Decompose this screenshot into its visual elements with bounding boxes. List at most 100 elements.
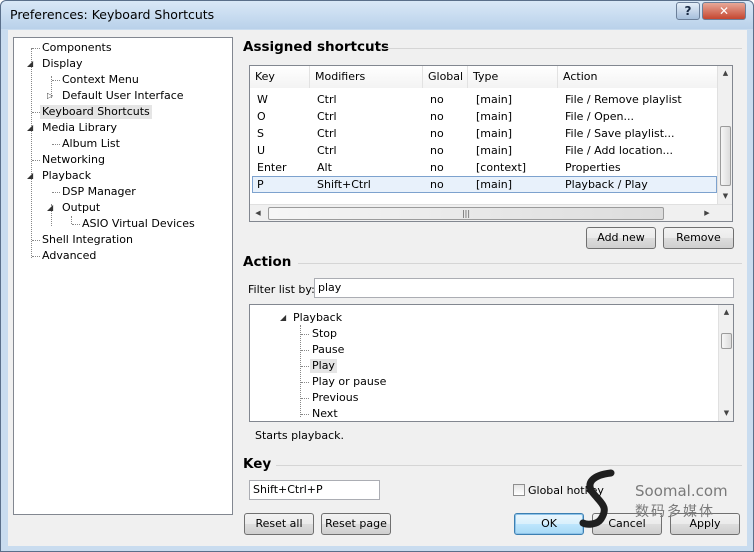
- action-item-next[interactable]: Next: [310, 407, 340, 421]
- reset-all-button[interactable]: Reset all: [244, 513, 314, 535]
- scroll-right-icon[interactable]: ▶: [702, 209, 712, 217]
- tree-branch: [301, 398, 309, 399]
- table-row-cell-modifiers[interactable]: Alt: [317, 159, 332, 176]
- table-row-cell-key[interactable]: W: [257, 91, 268, 108]
- action-item-previous[interactable]: Previous: [310, 391, 361, 405]
- action-description: Starts playback.: [255, 429, 345, 442]
- table-row-cell-type[interactable]: [main]: [476, 125, 512, 142]
- table-row-cell-global[interactable]: no: [430, 159, 444, 176]
- action-heading: Action: [243, 254, 292, 270]
- table-row-cell-modifiers[interactable]: Ctrl: [317, 108, 337, 125]
- table-row-cell-modifiers[interactable]: Ctrl: [317, 125, 337, 142]
- help-button[interactable]: ?: [676, 2, 700, 20]
- tree-guide-line: [71, 216, 72, 224]
- table-row-cell-global[interactable]: no: [430, 108, 444, 125]
- key-input[interactable]: Shift+Ctrl+P: [249, 480, 380, 500]
- action-item-play-or-pause[interactable]: Play or pause: [310, 375, 388, 389]
- scroll-left-icon[interactable]: ◀: [253, 209, 263, 217]
- table-row-cell-action[interactable]: File / Remove playlist: [565, 91, 682, 108]
- tree-item-asio-virtual-devices[interactable]: ASIO Virtual Devices: [80, 217, 197, 231]
- column-header-action[interactable]: Action: [558, 66, 718, 88]
- table-row-cell-type[interactable]: [context]: [476, 159, 526, 176]
- table-row-cell-global[interactable]: no: [430, 91, 444, 108]
- tree-branch: [301, 382, 309, 383]
- column-header-modifiers[interactable]: Modifiers: [310, 66, 423, 88]
- scroll-down-icon[interactable]: ▼: [719, 409, 733, 417]
- table-row-cell-key[interactable]: S: [257, 125, 264, 142]
- action-tree-list: ◢ Playback Stop Pause Play Play or pause…: [249, 304, 734, 422]
- tree-branch: [52, 192, 60, 193]
- tree-branch: [52, 144, 60, 145]
- table-row-cell-key[interactable]: Enter: [257, 159, 287, 176]
- tree-item-album-list[interactable]: Album List: [60, 137, 122, 151]
- table-row-cell-action[interactable]: File / Add location...: [565, 142, 673, 159]
- tree-item-playback[interactable]: Playback: [40, 169, 93, 183]
- table-row-cell-modifiers[interactable]: Shift+Ctrl: [317, 176, 371, 193]
- shortcuts-vertical-scrollbar[interactable]: ▲ ▼: [717, 66, 732, 204]
- tree-item-shell-integration[interactable]: Shell Integration: [40, 233, 135, 247]
- tree-item-advanced[interactable]: Advanced: [40, 249, 98, 263]
- tree-branch: [52, 80, 60, 81]
- table-row-cell-key[interactable]: O: [257, 108, 266, 125]
- tree-item-output[interactable]: Output: [60, 201, 102, 215]
- section-divider: [298, 263, 742, 264]
- scroll-thumb[interactable]: |||: [268, 207, 664, 220]
- tree-item-keyboard-shortcuts[interactable]: Keyboard Shortcuts: [40, 105, 152, 119]
- table-row-cell-modifiers[interactable]: Ctrl: [317, 142, 337, 159]
- table-row-cell-action[interactable]: File / Open...: [565, 108, 634, 125]
- tree-item-display[interactable]: Display: [40, 57, 85, 71]
- scroll-thumb[interactable]: [721, 333, 732, 349]
- table-row-cell-action[interactable]: Playback / Play: [565, 176, 648, 193]
- table-row-cell-action[interactable]: Properties: [565, 159, 621, 176]
- tree-branch: [72, 224, 80, 225]
- tree-item-media-library[interactable]: Media Library: [40, 121, 119, 135]
- collapsed-arrow-icon[interactable]: ▷: [47, 89, 53, 103]
- global-hotkey-checkbox[interactable]: [513, 484, 525, 496]
- scroll-up-icon[interactable]: ▲: [718, 69, 732, 77]
- table-row-cell-type[interactable]: [main]: [476, 91, 512, 108]
- table-row-cell-action[interactable]: File / Save playlist...: [565, 125, 675, 142]
- shortcuts-horizontal-scrollbar[interactable]: ◀ ||| ▶: [250, 204, 732, 221]
- expanded-arrow-icon[interactable]: ◢: [27, 57, 33, 71]
- filter-input[interactable]: play: [314, 278, 734, 298]
- action-item-stop[interactable]: Stop: [310, 327, 339, 341]
- action-item-pause[interactable]: Pause: [310, 343, 346, 357]
- tree-branch: [32, 112, 40, 113]
- reset-page-button[interactable]: Reset page: [321, 513, 391, 535]
- remove-button[interactable]: Remove: [663, 227, 734, 249]
- tree-item-networking[interactable]: Networking: [40, 153, 107, 167]
- tree-item-dsp-manager[interactable]: DSP Manager: [60, 185, 138, 199]
- close-button[interactable]: ✕: [702, 2, 746, 20]
- ok-button[interactable]: OK: [514, 513, 584, 535]
- tree-item-components[interactable]: Components: [40, 41, 114, 55]
- column-header-type[interactable]: Type: [468, 66, 558, 88]
- tree-item-default-user-interface[interactable]: Default User Interface: [60, 89, 186, 103]
- add-new-button[interactable]: Add new: [586, 227, 656, 249]
- tree-item-context-menu[interactable]: Context Menu: [60, 73, 141, 87]
- table-row-cell-type[interactable]: [main]: [476, 176, 512, 193]
- expanded-arrow-icon[interactable]: ◢: [27, 169, 33, 183]
- table-row-cell-key[interactable]: P: [257, 176, 264, 193]
- expanded-arrow-icon[interactable]: ◢: [280, 311, 286, 325]
- scroll-thumb[interactable]: [720, 126, 731, 186]
- expanded-arrow-icon[interactable]: ◢: [47, 201, 53, 215]
- table-row-cell-global[interactable]: no: [430, 125, 444, 142]
- column-header-global[interactable]: Global: [423, 66, 468, 88]
- table-row-cell-modifiers[interactable]: Ctrl: [317, 91, 337, 108]
- expanded-arrow-icon[interactable]: ◢: [27, 121, 33, 135]
- action-item-play[interactable]: Play: [310, 359, 337, 373]
- table-row-cell-key[interactable]: U: [257, 142, 265, 159]
- table-row-cell-global[interactable]: no: [430, 176, 444, 193]
- table-row-cell-type[interactable]: [main]: [476, 142, 512, 159]
- tree-branch: [32, 256, 40, 257]
- section-divider: [380, 48, 742, 49]
- table-row-cell-type[interactable]: [main]: [476, 108, 512, 125]
- scroll-up-icon[interactable]: ▲: [719, 308, 733, 316]
- action-item-playback[interactable]: Playback: [291, 311, 344, 325]
- shortcuts-list: Key Modifiers Global Type Action W Ctrl …: [249, 65, 733, 222]
- filter-label: Filter list by:: [248, 283, 315, 296]
- table-row-cell-global[interactable]: no: [430, 142, 444, 159]
- scroll-down-icon[interactable]: ▼: [718, 192, 732, 200]
- action-vertical-scrollbar[interactable]: ▲ ▼: [718, 305, 733, 421]
- column-header-key[interactable]: Key: [250, 66, 310, 88]
